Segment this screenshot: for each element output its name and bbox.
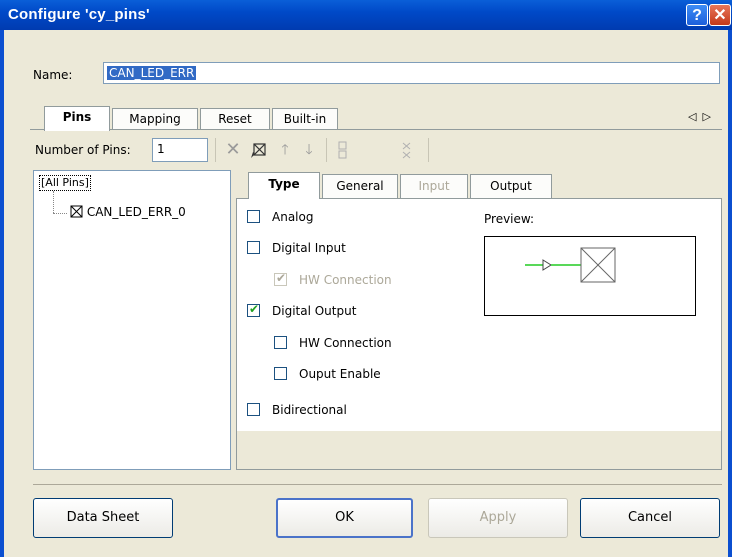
window-frame-right xyxy=(728,30,732,557)
tab-scroll-arrows[interactable]: ◁▷ xyxy=(688,110,717,123)
tab-divider xyxy=(30,129,722,130)
tab-pins[interactable]: Pins xyxy=(44,106,110,131)
digital-input-checkbox[interactable] xyxy=(247,241,260,254)
window-title: Configure 'cy_pins' xyxy=(8,6,150,23)
digital-input-hw-connection-label: HW Connection xyxy=(299,273,392,287)
tree-root-all-pins[interactable]: [All Pins] xyxy=(39,175,91,191)
pin-tree[interactable]: [All Pins] CAN_LED_ERR_0 xyxy=(33,170,231,470)
digital-input-label: Digital Input xyxy=(272,241,346,255)
cancel-button[interactable]: Cancel xyxy=(580,498,720,538)
digital-input-hw-connection-checkbox: ✔ xyxy=(274,271,287,286)
data-sheet-button[interactable]: Data Sheet xyxy=(33,498,173,538)
name-value: CAN_LED_ERR xyxy=(107,66,197,80)
preview-box xyxy=(484,236,696,316)
delete-icon[interactable]: ✕ xyxy=(222,138,244,162)
tab-general[interactable]: General xyxy=(322,174,398,198)
pin-edit-icon[interactable] xyxy=(248,138,270,162)
tab-mapping[interactable]: Mapping xyxy=(112,108,198,130)
tab-reset[interactable]: Reset xyxy=(200,108,270,130)
toolbar-separator xyxy=(326,138,327,162)
checkmark-icon: ✔ xyxy=(276,271,287,285)
button-divider xyxy=(33,484,722,485)
digital-output-label: Digital Output xyxy=(272,304,357,318)
tab-type[interactable]: Type xyxy=(248,172,320,199)
apply-button: Apply xyxy=(428,498,568,538)
digital-output-checkbox[interactable]: ✔ xyxy=(247,302,260,317)
digital-output-hw-connection-checkbox[interactable] xyxy=(274,336,287,349)
number-of-pins-label: Number of Pins: xyxy=(35,143,131,157)
tab-built-in[interactable]: Built-in xyxy=(272,108,338,130)
ok-button[interactable]: OK xyxy=(276,498,413,538)
tree-connector xyxy=(53,191,54,213)
move-down-icon[interactable]: 🡓 xyxy=(298,138,320,162)
bidirectional-checkbox[interactable] xyxy=(247,403,260,416)
output-enable-label: Ouput Enable xyxy=(299,367,381,381)
ungroup-icon[interactable] xyxy=(396,138,418,162)
analog-label: Analog xyxy=(272,210,314,224)
title-bar: Configure 'cy_pins' ? ✕ xyxy=(0,0,732,30)
tab-scroll-right-icon[interactable]: ▷ xyxy=(702,110,716,123)
pin-icon xyxy=(70,205,83,218)
group-icon[interactable] xyxy=(332,138,354,162)
tab-output[interactable]: Output xyxy=(470,174,552,198)
output-enable-checkbox[interactable] xyxy=(274,367,287,380)
tree-item-pin[interactable]: CAN_LED_ERR_0 xyxy=(70,204,186,220)
toolbar-separator xyxy=(215,138,216,162)
pin-preview-icon xyxy=(525,247,616,283)
analog-checkbox[interactable] xyxy=(247,210,260,223)
number-of-pins-input[interactable]: 1 xyxy=(152,138,208,162)
toolbar-separator xyxy=(428,138,429,162)
tree-item-label: CAN_LED_ERR_0 xyxy=(86,205,186,219)
tab-scroll-left-icon[interactable]: ◁ xyxy=(688,110,702,123)
bidirectional-label: Bidirectional xyxy=(272,403,347,417)
panel-footer-area xyxy=(237,431,721,469)
tree-connector xyxy=(53,213,67,214)
move-up-icon[interactable]: 🡑 xyxy=(274,138,296,162)
checkmark-icon: ✔ xyxy=(249,302,260,316)
name-label: Name: xyxy=(33,68,73,82)
tab-input: Input xyxy=(400,174,468,198)
close-button[interactable]: ✕ xyxy=(709,4,731,26)
digital-output-hw-connection-label: HW Connection xyxy=(299,336,392,350)
help-button[interactable]: ? xyxy=(686,4,708,26)
name-input[interactable]: CAN_LED_ERR xyxy=(103,62,720,84)
preview-label: Preview: xyxy=(484,212,535,226)
window-frame-left xyxy=(0,30,4,557)
